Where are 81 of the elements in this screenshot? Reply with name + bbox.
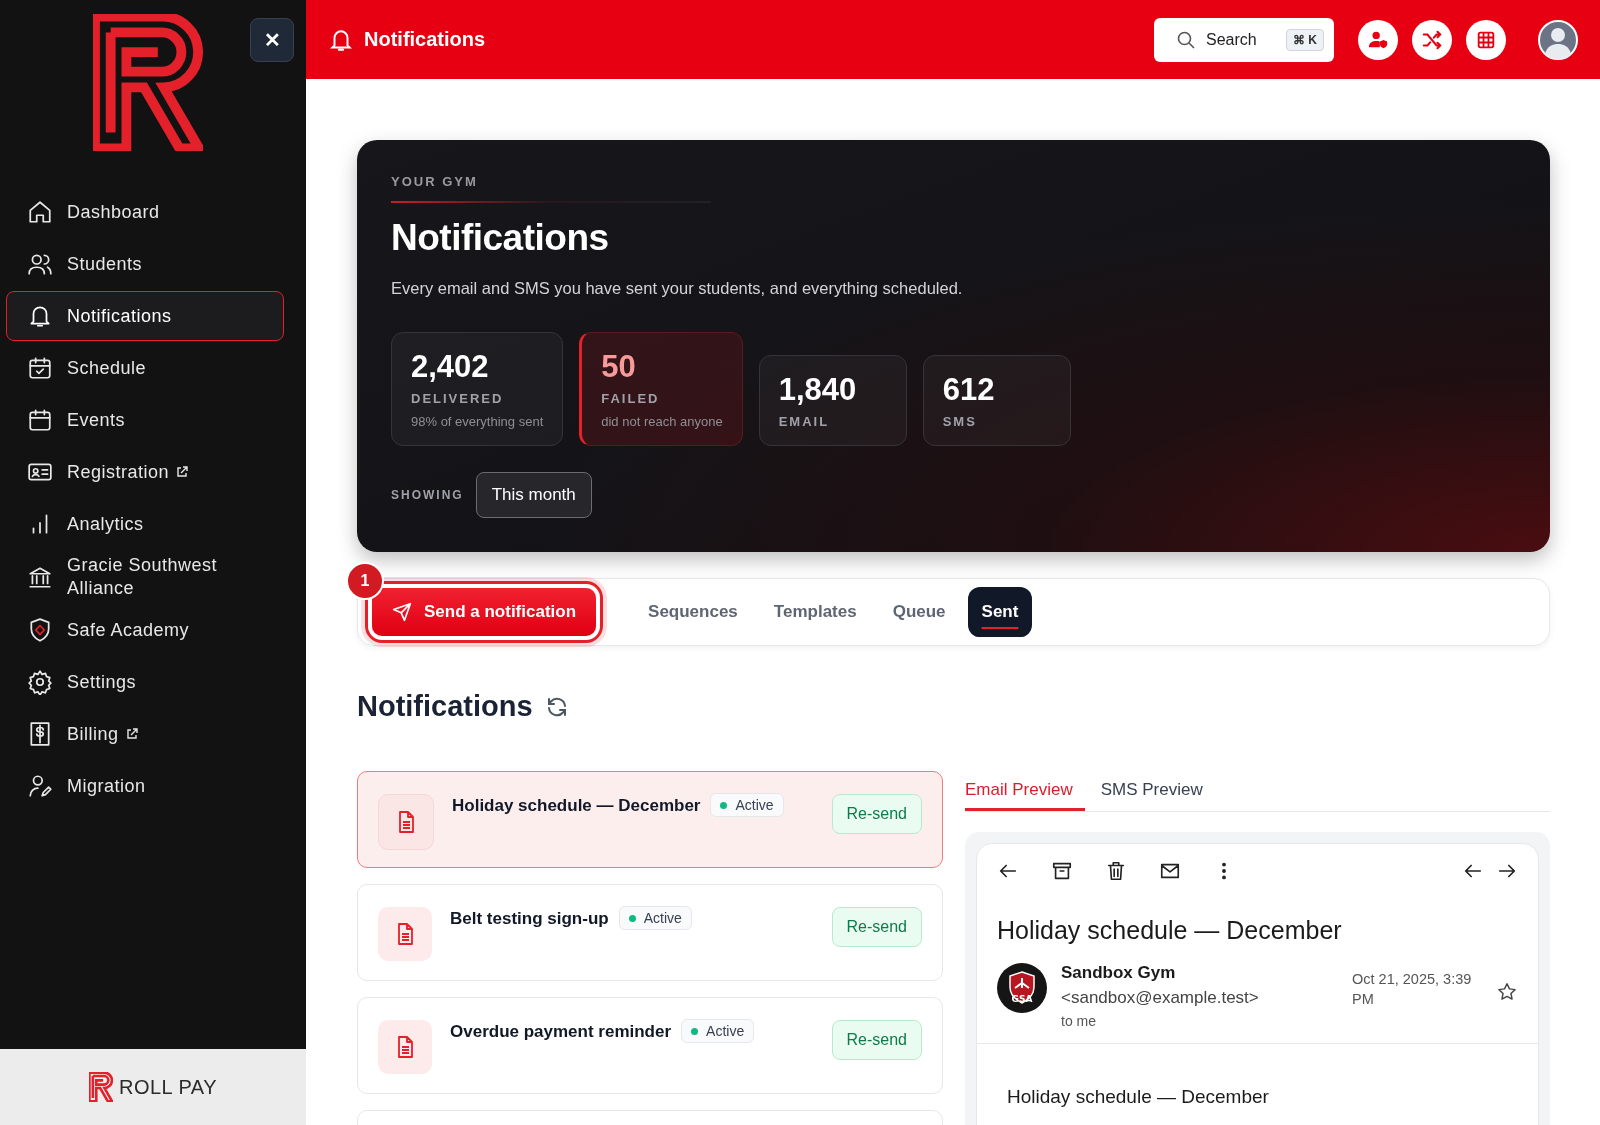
sender-name: Sandbox Gym — [1061, 963, 1177, 983]
sender-email: <sandbox@example.test> — [1061, 988, 1260, 1008]
stat-note: 98% of everything sent — [411, 414, 544, 429]
document-icon — [378, 794, 434, 850]
tab[interactable]: Templates — [759, 587, 871, 637]
notification-title: Overdue payment reminder — [450, 1021, 672, 1042]
grid-icon[interactable] — [1466, 19, 1506, 60]
hero-title: Notifications — [391, 217, 610, 259]
star-icon[interactable] — [1496, 981, 1518, 1003]
user-avatar[interactable] — [1538, 19, 1578, 60]
logo-icon — [93, 14, 203, 151]
shield-icon — [27, 617, 53, 643]
dollar-icon — [27, 721, 53, 747]
stat-value: 612 — [942, 372, 996, 408]
external-link-icon — [124, 727, 139, 741]
section-title: Notifications — [357, 690, 533, 723]
stat-label: DELIVERED — [411, 391, 505, 406]
notification-title: Holiday schedule — December — [452, 795, 701, 816]
resend-button[interactable]: Re-send — [831, 907, 922, 947]
home-icon — [27, 199, 53, 225]
nav-item[interactable]: Analytics — [6, 499, 284, 549]
period-dropdown[interactable]: This month — [475, 472, 592, 518]
stat-value: 1,840 — [778, 372, 858, 408]
document-icon — [378, 1020, 432, 1074]
page-title: Notifications — [364, 28, 486, 51]
tab[interactable]: Sent — [967, 587, 1033, 637]
stat-label: SMS — [942, 414, 978, 429]
status-badge: Active — [618, 906, 692, 930]
email-date: Oct 21, 2025, 3:39 PM — [1352, 970, 1473, 1009]
email-body-heading: Holiday schedule — December — [1007, 1086, 1270, 1108]
stat-label: FAILED — [601, 391, 661, 406]
notification-title: Belt testing sign-up — [450, 908, 609, 929]
nav-item[interactable]: Events — [6, 395, 284, 445]
stat-value: 2,402 — [411, 349, 490, 385]
user-shield-icon[interactable] — [1358, 19, 1398, 60]
notification-card[interactable]: Holiday schedule — December Active Re-send — [357, 771, 943, 868]
stat-value: 50 — [601, 349, 637, 385]
nav-item[interactable]: Schedule — [6, 343, 284, 393]
nav-item[interactable]: Students — [6, 239, 284, 289]
nav-item[interactable]: Gracie Southwest Alliance — [6, 551, 284, 603]
calendar-check-icon — [27, 355, 53, 381]
preview-tab[interactable]: Email Preview — [965, 771, 1085, 811]
stat-label: EMAIL — [778, 414, 831, 429]
shuffle-icon[interactable] — [1412, 19, 1452, 60]
nav-item[interactable]: Migration — [6, 761, 284, 811]
external-link-icon — [175, 465, 190, 479]
hero-subtitle: Every email and SMS you have sent your students, and everything scheduled. — [391, 279, 964, 298]
stat-note: did not reach anyone — [601, 414, 723, 429]
shortcut-hint: ⌘ K — [1286, 28, 1324, 51]
notification-card[interactable]: Overdue payment reminder Active Re-send — [357, 997, 943, 1094]
nav-item[interactable]: Settings — [6, 657, 284, 707]
nav-item[interactable]: Billing — [6, 709, 284, 759]
email-subject: Holiday schedule — December — [997, 916, 1343, 945]
archive-icon[interactable] — [1051, 860, 1073, 882]
search-icon — [1176, 29, 1196, 50]
recipient-label: to me — [1061, 1013, 1097, 1029]
status-badge: Active — [681, 1019, 755, 1043]
step-badge: 1 — [346, 562, 384, 600]
resend-button[interactable]: Re-send — [831, 794, 922, 834]
gear-icon — [27, 669, 53, 695]
notification-card[interactable]: Belt testing sign-up Active Re-send — [357, 884, 943, 981]
nav-item[interactable]: Notifications — [6, 291, 284, 341]
nav-item[interactable]: Registration — [6, 447, 284, 497]
eyebrow-label: YOUR GYM — [391, 174, 479, 189]
period-label: SHOWING — [391, 488, 464, 502]
close-button[interactable]: ✕ — [250, 18, 294, 62]
resend-button[interactable]: Re-send — [831, 1020, 922, 1060]
nav-item[interactable]: Safe Academy — [6, 605, 284, 655]
document-icon — [378, 907, 432, 961]
logo-icon — [88, 1072, 113, 1102]
calendar-icon — [27, 407, 53, 433]
tab[interactable]: Queue — [878, 587, 960, 637]
delete-icon[interactable] — [1105, 860, 1127, 882]
user-edit-icon — [27, 773, 53, 799]
send-icon — [392, 602, 412, 622]
status-badge: Active — [710, 793, 784, 817]
nav-item[interactable]: Dashboard — [6, 187, 284, 237]
tab[interactable]: Sequences — [634, 587, 752, 637]
users-icon — [27, 251, 53, 277]
preview-tab[interactable]: SMS Preview — [1100, 771, 1215, 811]
brand-name: ROLL PAY — [118, 1075, 218, 1099]
